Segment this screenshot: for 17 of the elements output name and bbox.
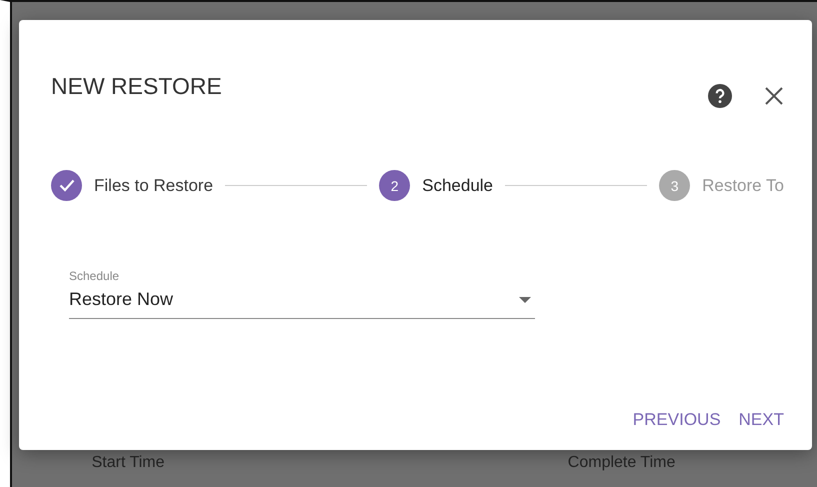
close-icon <box>765 87 783 105</box>
step-label: Files to Restore <box>94 176 214 196</box>
dialog-button[interactable]: NEXT <box>734 404 788 436</box>
step-number: 3 <box>659 170 690 201</box>
field-value: Restore Now <box>69 289 174 310</box>
step-number: 2 <box>379 170 410 201</box>
field-label: Schedule <box>69 269 120 283</box>
dialog-button[interactable]: PREVIOUS <box>628 404 725 436</box>
dropdown-caret-icon <box>519 296 531 302</box>
step-label: Schedule <box>422 176 494 196</box>
dialog-title: NEW RESTORE <box>51 72 223 100</box>
help-button[interactable] <box>706 82 734 110</box>
step-label: Restore To <box>702 176 784 196</box>
help-icon <box>708 84 732 108</box>
schedule-select[interactable]: Schedule Restore Now <box>69 269 535 319</box>
column-header: Start Time <box>92 454 165 472</box>
column-header: Complete Time <box>568 454 676 472</box>
